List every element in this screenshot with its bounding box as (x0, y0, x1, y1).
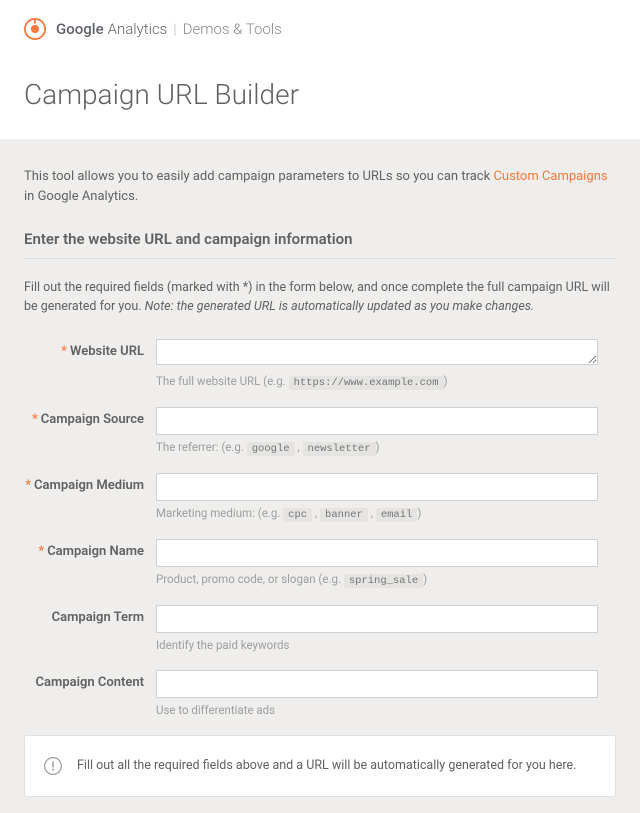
hint-campaign-content: Use to differentiate ads (156, 703, 616, 717)
result-box: Fill out all the required fields above a… (24, 735, 616, 797)
required-marker: * (32, 412, 38, 427)
content-panel: This tool allows you to easily add campa… (0, 139, 640, 813)
field-row-campaign-term: Campaign Term Identify the paid keywords (24, 605, 616, 652)
brand-analytics: Analytics (108, 20, 168, 38)
campaign-medium-input[interactable] (156, 473, 598, 501)
intro-post: in Google Analytics. (24, 189, 138, 204)
hint-website-url: The full website URL (e.g. https://www.e… (156, 374, 616, 389)
label-campaign-medium: *Campaign Medium (24, 473, 156, 521)
instructions-note: Note: the generated URL is automatically… (145, 299, 535, 314)
field-row-website-url: *Website URL The full website URL (e.g. … (24, 339, 616, 389)
hint-campaign-term: Identify the paid keywords (156, 638, 616, 652)
field-row-campaign-medium: *Campaign Medium Marketing medium: (e.g.… (24, 473, 616, 521)
field-row-campaign-source: *Campaign Source The referrer: (e.g. goo… (24, 407, 616, 455)
hint-campaign-name: Product, promo code, or slogan (e.g. spr… (156, 572, 616, 587)
label-campaign-source: *Campaign Source (24, 407, 156, 455)
campaign-term-input[interactable] (156, 605, 598, 633)
instructions: Fill out the required fields (marked wit… (24, 279, 616, 317)
intro-text: This tool allows you to easily add campa… (24, 167, 616, 206)
section-heading: Enter the website URL and campaign infor… (24, 230, 616, 259)
custom-campaigns-link[interactable]: Custom Campaigns (493, 169, 607, 184)
title-area: Campaign URL Builder (0, 58, 640, 139)
label-campaign-term: Campaign Term (24, 605, 156, 652)
hint-campaign-medium: Marketing medium: (e.g. cpc , banner , e… (156, 506, 616, 521)
brand-demos: Demos & Tools (183, 20, 282, 38)
intro-pre: This tool allows you to easily add campa… (24, 169, 493, 184)
required-marker: * (25, 478, 31, 493)
page-title: Campaign URL Builder (24, 78, 616, 111)
label-campaign-content: Campaign Content (24, 670, 156, 717)
brand-google: Google (56, 20, 104, 38)
website-url-input[interactable] (156, 339, 598, 365)
field-row-campaign-content: Campaign Content Use to differentiate ad… (24, 670, 616, 717)
campaign-name-input[interactable] (156, 539, 598, 567)
result-message: Fill out all the required fields above a… (77, 758, 576, 773)
campaign-source-input[interactable] (156, 407, 598, 435)
brand-separator: | (173, 20, 176, 38)
app-header: Google Analytics | Demos & Tools (0, 0, 640, 58)
label-website-url: *Website URL (24, 339, 156, 389)
label-campaign-name: *Campaign Name (24, 539, 156, 587)
hint-campaign-source: The referrer: (e.g. google , newsletter) (156, 440, 616, 455)
required-marker: * (38, 544, 44, 559)
alert-icon (43, 756, 63, 776)
analytics-logo-icon (24, 18, 46, 40)
campaign-content-input[interactable] (156, 670, 598, 698)
required-marker: * (61, 344, 67, 359)
field-row-campaign-name: *Campaign Name Product, promo code, or s… (24, 539, 616, 587)
